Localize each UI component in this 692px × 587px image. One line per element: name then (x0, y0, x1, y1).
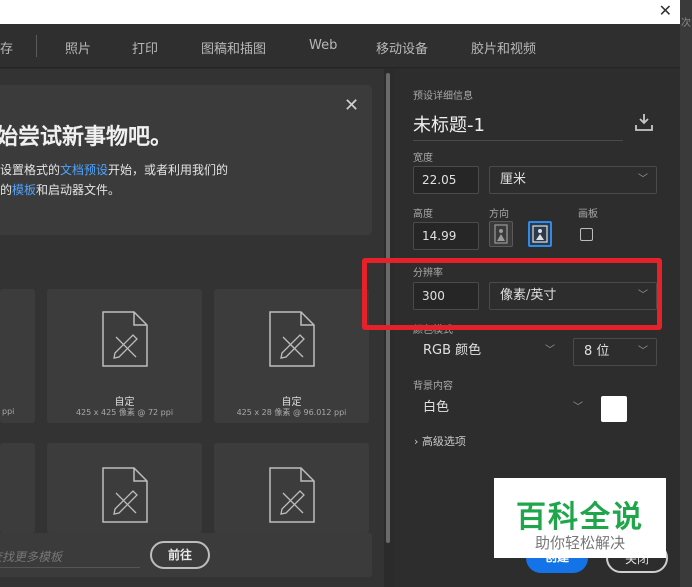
document-pencil-icon (102, 311, 148, 367)
artboard-checkbox[interactable] (580, 228, 593, 241)
banner-line-2: 的模板和启动器文件。 (0, 181, 120, 198)
preset-card-size: 425 x 28 像素 @ 96.012 ppi (236, 408, 347, 417)
chevron-down-icon: ﹀ (638, 346, 648, 357)
window-close-icon[interactable]: ✕ (659, 1, 672, 21)
document-pencil-icon (269, 311, 315, 367)
preset-card[interactable]: 自定 425 x 28 像素 @ 96.012 ppi (214, 289, 369, 423)
save-preset-icon[interactable] (634, 113, 654, 131)
banner-title: 始尝试新事物吧。 (0, 125, 173, 150)
chevron-down-icon: ﹀ (638, 174, 648, 185)
bit-depth-select[interactable]: 8 位 ﹀ (573, 338, 657, 366)
preset-card-size: 425 x 425 像素 @ 72 ppi (75, 408, 174, 417)
banner-text: 和启动器文件。 (36, 183, 121, 197)
width-label: 宽度 (413, 153, 433, 164)
preset-card[interactable] (214, 443, 369, 533)
color-mode-value: RGB 颜色 (423, 343, 482, 358)
bit-depth-value: 8 位 (584, 344, 610, 359)
watermark-logo: 百科全说 助你轻松解决 (494, 478, 666, 558)
welcome-banner: ✕ 始尝试新事物吧。 设置格式的文档预设开始，或者利用我们的 的模板和启动器文件… (0, 85, 372, 235)
background-value: 白色 (423, 400, 450, 415)
search-underline (0, 567, 140, 568)
height-input[interactable]: 14.99 (413, 222, 479, 250)
template-search-input[interactable]: 查找更多模板 (0, 548, 62, 565)
banner-close-icon[interactable]: ✕ (344, 95, 359, 116)
document-name-field[interactable]: 未标题-1 (413, 111, 623, 141)
banner-text: 的 (0, 183, 13, 197)
edge-text: 次 (681, 18, 691, 29)
banner-text: 开始，或者利用我们的 (108, 163, 229, 177)
banner-line-1: 设置格式的文档预设开始，或者利用我们的 (0, 161, 228, 178)
width-input[interactable]: 22.05 (413, 166, 479, 194)
width-unit-value: 厘米 (500, 172, 527, 187)
preset-card[interactable] (0, 443, 35, 533)
watermark-subtitle: 助你轻松解决 (534, 534, 625, 552)
artboard-label: 画板 (578, 209, 598, 220)
chevron-down-icon: ﹀ (573, 402, 583, 413)
portrait-icon (494, 224, 508, 244)
template-search-bar: 查找更多模板 前往 (0, 533, 372, 577)
tab-print[interactable]: 打印 (132, 38, 158, 57)
preset-card[interactable]: 自定 425 x 425 像素 @ 72 ppi (47, 289, 202, 423)
resolution-highlight-box (362, 258, 662, 330)
portrait-orientation-button[interactable] (489, 221, 513, 247)
document-pencil-icon (102, 467, 148, 523)
color-mode-select[interactable]: RGB 颜色 ﹀ (413, 338, 563, 366)
document-presets-link[interactable]: 文档预设 (60, 163, 108, 177)
preset-card-size: ppi (2, 407, 15, 416)
right-edge-strip (680, 0, 692, 587)
tab-divider (36, 35, 37, 57)
window-title-bar: ✕ (0, 0, 680, 24)
landscape-icon (532, 225, 548, 243)
tab-art-illustration[interactable]: 图稿和插图 (201, 38, 266, 57)
preset-card-title: 自定 (281, 397, 302, 408)
advanced-options-toggle[interactable]: › 高级选项 (414, 433, 466, 449)
background-label: 背景内容 (413, 381, 453, 392)
preset-tabs: 存 照片 打印 图稿和插图 Web 移动设备 胶片和视频 (0, 24, 680, 68)
tab-web[interactable]: Web (309, 38, 337, 53)
preset-card[interactable]: ppi (0, 289, 35, 423)
height-label: 高度 (413, 209, 433, 220)
watermark-title: 百科全说 (516, 500, 644, 535)
preset-card[interactable] (47, 443, 202, 533)
background-color-swatch[interactable] (601, 396, 627, 422)
landscape-orientation-button[interactable] (528, 221, 552, 247)
tab-photo[interactable]: 照片 (65, 38, 91, 57)
presets-panel: ✕ 始尝试新事物吧。 设置格式的文档预设开始，或者利用我们的 的模板和启动器文件… (0, 69, 384, 587)
tab-saved[interactable]: 存 (0, 38, 13, 57)
chevron-down-icon: ﹀ (545, 345, 555, 356)
tab-mobile[interactable]: 移动设备 (376, 38, 428, 57)
width-unit-select[interactable]: 厘米 ﹀ (489, 166, 657, 194)
preset-card-title: 自定 (114, 397, 135, 408)
preset-details-title: 预设详细信息 (413, 91, 473, 102)
tab-film-video[interactable]: 胶片和视频 (471, 38, 536, 57)
orientation-label: 方向 (489, 209, 509, 220)
templates-link[interactable]: 模板 (12, 183, 36, 197)
document-pencil-icon (269, 467, 315, 523)
go-button[interactable]: 前往 (150, 541, 210, 569)
banner-text: 设置格式的 (0, 163, 61, 177)
background-select[interactable]: 白色 ﹀ (413, 395, 591, 423)
